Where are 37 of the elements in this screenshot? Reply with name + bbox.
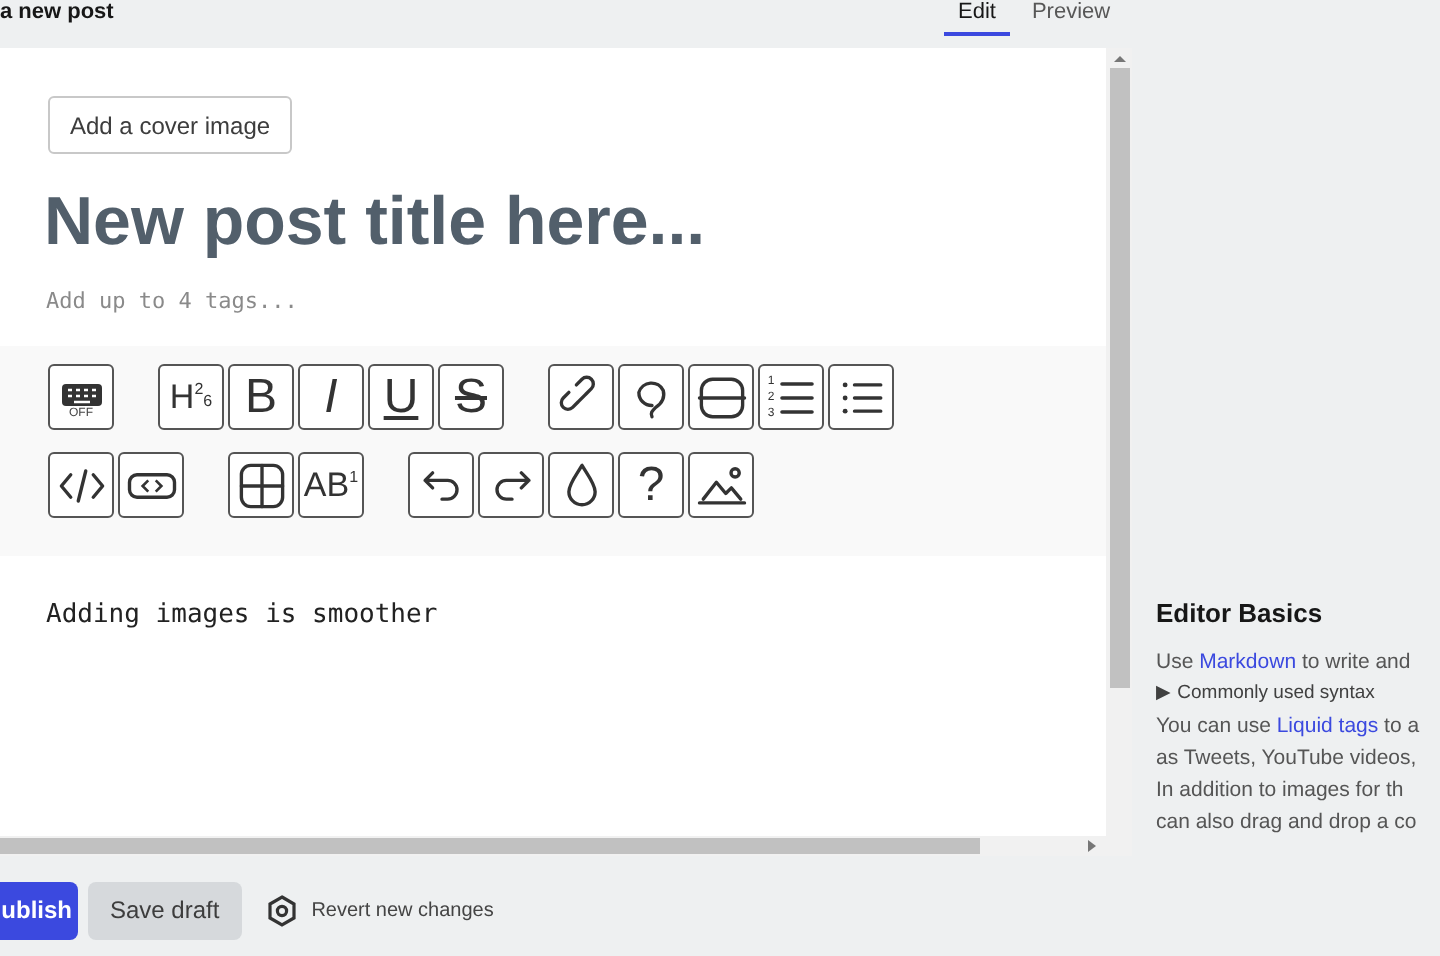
format-button[interactable]: AB$^{1}$ <box>298 452 364 518</box>
help-link[interactable]: Markdown <box>1199 649 1297 673</box>
help-text-line: You can use Liquid tags to a <box>1156 711 1420 741</box>
help-text-line: In addition to images for th <box>1156 775 1406 805</box>
help-text-line: as Tweets, YouTube videos, <box>1156 743 1419 773</box>
undo-button[interactable] <box>408 452 474 518</box>
comment-button[interactable] <box>618 364 684 430</box>
tab[interactable]: Preview <box>1017 0 1125 36</box>
collapsed-section-toggle[interactable]: ▶ Commonly used syntax <box>1156 677 1420 709</box>
bullet-list-button[interactable] <box>828 364 894 430</box>
tab[interactable]: Edit <box>944 0 1010 36</box>
help-link[interactable]: Liquid tags <box>1276 713 1379 737</box>
format-button[interactable]: U <box>368 364 434 430</box>
publish-button[interactable]: ublish <box>0 881 78 939</box>
tags-field[interactable]: Add up to 4 tags... <box>46 282 646 318</box>
format-button[interactable]: B <box>228 364 294 430</box>
help-text-line: Use Markdown to write and <box>1156 647 1413 677</box>
image-button[interactable] <box>688 452 754 518</box>
revert-changes-button[interactable]: Revert new changes <box>311 895 494 925</box>
code-button[interactable] <box>48 452 114 518</box>
body-text: Adding images is smoother <box>46 598 440 634</box>
divider-button[interactable] <box>688 364 754 430</box>
code-block-button[interactable] <box>118 452 184 518</box>
table-button[interactable] <box>228 452 294 518</box>
settings-icon[interactable] <box>265 893 298 927</box>
sidebar-heading: Editor Basics <box>1156 596 1325 632</box>
format-button[interactable]: ? <box>618 452 684 518</box>
title-field[interactable]: New post title here... <box>44 174 1044 270</box>
help-text-line: can also drag and drop a co <box>1156 807 1419 837</box>
format-button[interactable]: S <box>438 364 504 430</box>
save-draft-button[interactable]: Save draft <box>88 881 242 939</box>
link-button[interactable] <box>548 364 614 430</box>
redo-button[interactable] <box>478 452 544 518</box>
format-button[interactable]: I <box>298 364 364 430</box>
page-title: a new post <box>0 0 114 24</box>
cover-image-button[interactable]: Add a cover image <box>48 96 293 154</box>
drop-button[interactable] <box>548 452 614 518</box>
